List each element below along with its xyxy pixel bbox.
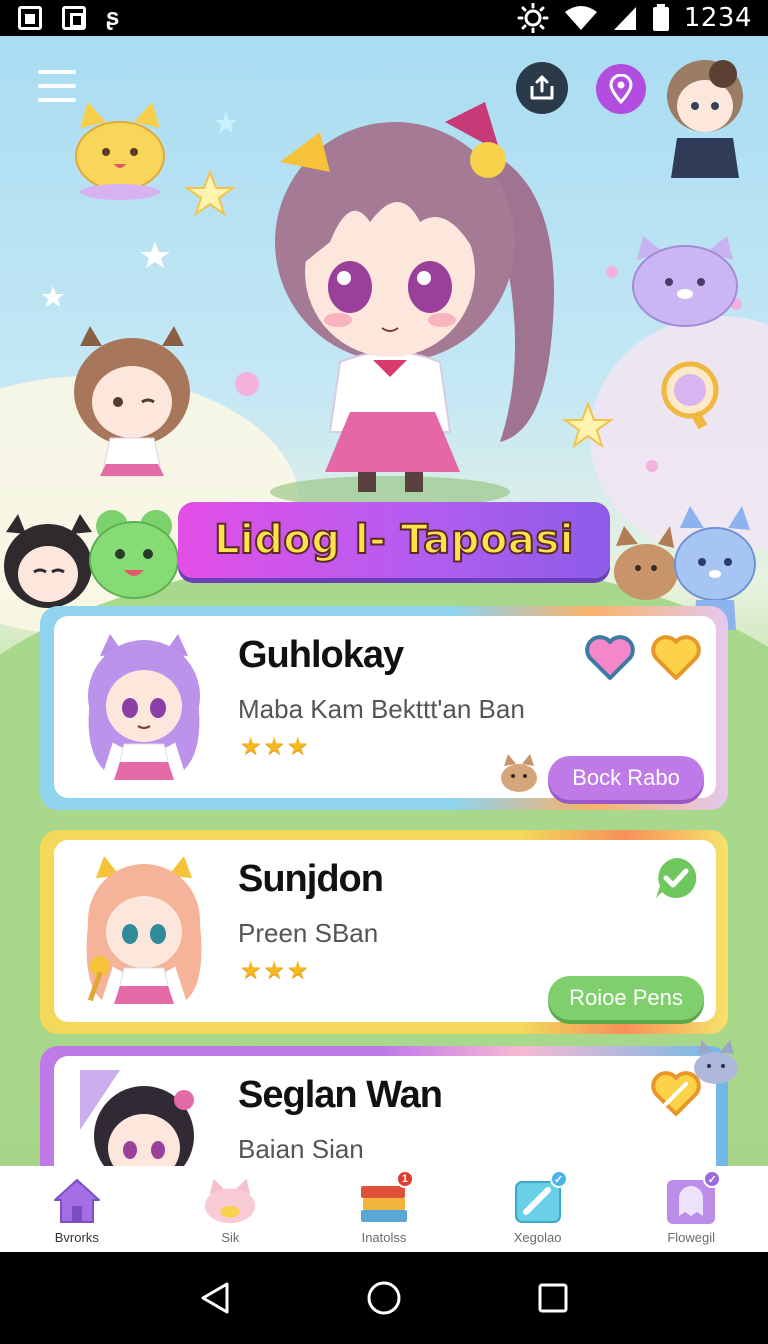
card-body: Guhlokay Maba Kam Bekttt'an Ban ★★★ Bock… bbox=[54, 616, 716, 800]
recents-square-icon bbox=[538, 1283, 568, 1313]
pink-heart-icon[interactable] bbox=[584, 634, 636, 682]
nav-item-home[interactable]: Bvrorks bbox=[17, 1174, 137, 1245]
nav-label: Sik bbox=[221, 1230, 240, 1245]
card-body: Sunjdon Preen SBan ★★★ Roioe Pens bbox=[54, 840, 716, 1022]
back-button[interactable] bbox=[195, 1278, 235, 1318]
home-icon bbox=[53, 1179, 100, 1223]
home-button[interactable] bbox=[364, 1278, 404, 1318]
nav-label: Flowegil bbox=[667, 1230, 716, 1245]
small-cat-icon bbox=[501, 754, 537, 792]
recents-button[interactable] bbox=[533, 1278, 573, 1318]
nav-item-cat[interactable]: Sik bbox=[170, 1174, 290, 1245]
nav-label: Bvrorks bbox=[54, 1230, 99, 1245]
app-content: Lidog l- Tapoasi Guhlokay Maba Kam Bektt… bbox=[0, 36, 768, 1252]
character-card[interactable]: Sunjdon Preen SBan ★★★ Roioe Pens bbox=[40, 830, 728, 1034]
notification-icon bbox=[18, 6, 42, 30]
card-subtitle: Maba Kam Bekttt'an Ban bbox=[238, 694, 525, 724]
nav-item-ghost[interactable]: ✓ Flowegil bbox=[631, 1170, 751, 1245]
card-action-button[interactable]: Roioe Pens bbox=[548, 976, 704, 1020]
grey-cat-icon bbox=[694, 1040, 738, 1084]
bottom-navigation: Bvrorks Sik 1 Inatolss ✓ Xegolao ✓ Flowe… bbox=[0, 1166, 768, 1252]
notification-badge: ✓ bbox=[703, 1170, 722, 1188]
card-action-button[interactable]: Bock Rabo bbox=[548, 756, 704, 800]
purple-cat-icon bbox=[632, 236, 738, 327]
title-banner: Lidog l- Tapoasi bbox=[178, 502, 610, 578]
card-subtitle: Preen SBan bbox=[238, 918, 379, 948]
yellow-cat-icon bbox=[75, 102, 165, 200]
peach-hair-girl-avatar bbox=[86, 856, 202, 1004]
signal-icon bbox=[613, 7, 636, 30]
system-navigation-bar bbox=[0, 1252, 768, 1344]
main-character-illustration bbox=[270, 102, 554, 508]
star-rating: ★★★ bbox=[240, 957, 311, 984]
card-title: Seglan Wan bbox=[238, 1074, 443, 1116]
status-time: 1234 bbox=[683, 3, 752, 33]
wifi-icon bbox=[564, 6, 597, 30]
gallery-icon bbox=[62, 6, 86, 30]
card-title: Sunjdon bbox=[238, 858, 384, 900]
map-pin-icon bbox=[609, 74, 633, 104]
nav-item-tag[interactable]: ✓ Xegolao bbox=[478, 1170, 598, 1245]
yellow-heart-icon[interactable] bbox=[650, 634, 702, 682]
cat-face-icon bbox=[205, 1178, 256, 1224]
home-circle-icon bbox=[367, 1281, 401, 1315]
brightness-icon bbox=[517, 3, 549, 33]
notification-badge: ✓ bbox=[549, 1170, 568, 1188]
map-pin-button[interactable] bbox=[596, 64, 646, 114]
mirror-charm-icon bbox=[661, 361, 719, 430]
download-icon: ʂ bbox=[106, 4, 120, 31]
green-check-icon[interactable] bbox=[652, 854, 700, 902]
status-bar: ʂ 1234 bbox=[0, 0, 768, 36]
back-triangle-icon bbox=[201, 1282, 229, 1314]
notification-badge: 1 bbox=[395, 1170, 414, 1188]
boy-character-icon bbox=[667, 60, 743, 178]
nav-label: Xegolao bbox=[513, 1230, 562, 1245]
brown-hair-girl-icon bbox=[74, 326, 190, 477]
nav-label: Inatolss bbox=[361, 1230, 407, 1245]
character-card[interactable]: Guhlokay Maba Kam Bekttt'an Ban ★★★ Bock… bbox=[40, 606, 728, 810]
banner-title: Lidog l- Tapoasi bbox=[213, 516, 574, 564]
star-rating: ★★★ bbox=[240, 733, 311, 760]
card-subtitle: Baian Sian bbox=[238, 1134, 364, 1164]
battery-icon bbox=[652, 4, 669, 31]
purple-cat-girl-avatar bbox=[88, 634, 200, 780]
card-title: Guhlokay bbox=[238, 634, 404, 676]
nav-item-books[interactable]: 1 Inatolss bbox=[324, 1170, 444, 1245]
phone-screen: ʂ 1234 Lidog l- Tapoasi Guhlokay Maba Ka… bbox=[0, 0, 768, 1344]
